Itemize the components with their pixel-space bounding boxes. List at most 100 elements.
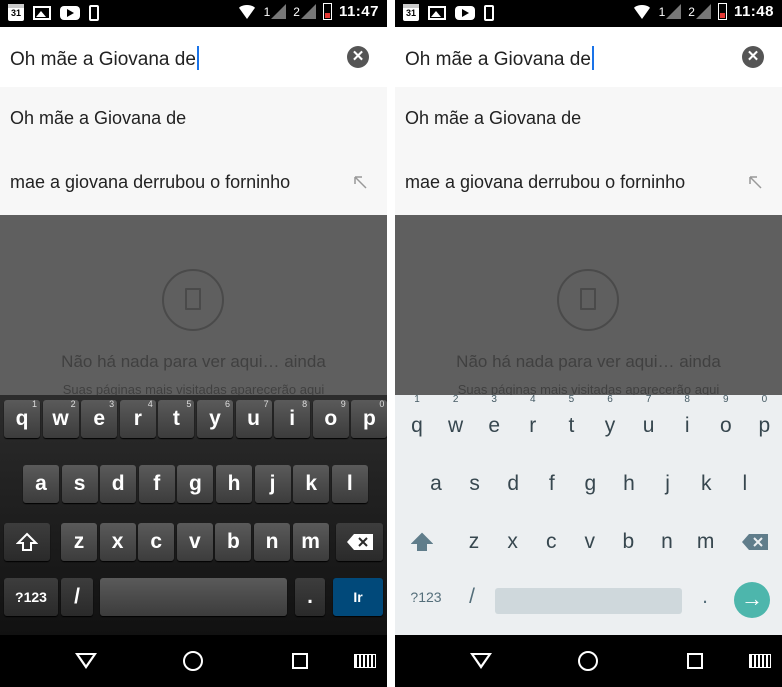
suggestion-item[interactable]: Oh mãe a Giovana de — [0, 87, 387, 151]
key-c[interactable]: c — [533, 523, 569, 561]
search-input[interactable]: Oh mãe a Giovana de — [405, 46, 594, 71]
symbols-key[interactable]: ?123 — [4, 578, 58, 616]
key-f[interactable]: f — [534, 465, 570, 503]
key-j[interactable]: j — [650, 465, 686, 503]
close-circle-icon[interactable]: ✕ — [347, 46, 369, 68]
key-i[interactable]: i8 — [669, 395, 705, 445]
key-g[interactable]: g — [177, 465, 214, 503]
keyboard-icon[interactable] — [749, 654, 771, 668]
key-m[interactable]: m — [688, 523, 724, 561]
key-d[interactable]: d — [495, 465, 531, 503]
status-bar: 31 1 2 11:47 — [0, 0, 387, 27]
key-a[interactable]: a — [418, 465, 454, 503]
key-z[interactable]: z — [456, 523, 492, 561]
search-bar[interactable]: Oh mãe a Giovana de ✕ — [0, 27, 387, 87]
key-k[interactable]: k — [688, 465, 724, 503]
close-circle-icon[interactable]: ✕ — [742, 46, 764, 68]
back-triangle-icon[interactable] — [75, 653, 97, 669]
key-q[interactable]: q1 — [4, 399, 40, 438]
key-period[interactable]: . — [690, 578, 720, 616]
key-w[interactable]: w2 — [438, 395, 474, 445]
home-circle-icon[interactable] — [183, 651, 203, 671]
empty-state: Não há nada para ver aqui… ainda Suas pá… — [0, 215, 387, 397]
back-triangle-icon[interactable] — [470, 653, 492, 669]
key-j[interactable]: j — [254, 465, 291, 503]
key-h[interactable]: h — [611, 465, 647, 503]
space-bar[interactable] — [100, 578, 287, 616]
key-z[interactable]: z — [61, 523, 97, 561]
keyboard-icon[interactable] — [354, 654, 376, 668]
recent-square-icon[interactable] — [687, 653, 703, 669]
recent-square-icon[interactable] — [292, 653, 308, 669]
key-x[interactable]: x — [495, 523, 531, 561]
key-l[interactable]: l — [727, 465, 763, 503]
search-input[interactable]: Oh mãe a Giovana de — [10, 46, 199, 71]
key-n[interactable]: n — [649, 523, 685, 561]
key-v[interactable]: v — [176, 523, 213, 561]
key-hint: 6 — [607, 395, 613, 405]
signal-icon: 2 — [688, 4, 711, 19]
go-button[interactable]: Ir — [333, 578, 383, 616]
key-l[interactable]: l — [331, 465, 368, 503]
key-hint: 8 — [302, 399, 308, 409]
arrow-up-left-icon[interactable] — [748, 175, 762, 189]
key-hint: 0 — [761, 395, 768, 405]
search-bar[interactable]: Oh mãe a Giovana de ✕ — [395, 27, 782, 87]
key-t[interactable]: t5 — [553, 395, 589, 445]
suggestion-item[interactable]: mae a giovana derrubou o forninho — [395, 151, 782, 215]
key-hint: 1 — [414, 395, 420, 405]
key-c[interactable]: c — [138, 523, 175, 561]
suggestion-item[interactable]: Oh mãe a Giovana de — [395, 87, 782, 151]
key-i[interactable]: i8 — [274, 399, 311, 438]
shift-button[interactable] — [399, 523, 445, 561]
key-b[interactable]: b — [610, 523, 646, 561]
key-o[interactable]: o9 — [708, 395, 744, 445]
space-bar[interactable] — [495, 588, 682, 614]
arrow-up-left-icon[interactable] — [353, 175, 367, 189]
backspace-button[interactable] — [731, 523, 778, 561]
key-w[interactable]: w2 — [42, 399, 79, 438]
key-hint: 9 — [723, 395, 729, 405]
key-b[interactable]: b — [215, 523, 252, 561]
key-e[interactable]: e3 — [476, 395, 512, 445]
calendar-icon: 31 — [8, 4, 24, 21]
key-t[interactable]: t5 — [158, 399, 195, 438]
key-y[interactable]: y6 — [592, 395, 628, 445]
key-u[interactable]: u7 — [235, 399, 272, 438]
key-slash[interactable]: / — [456, 578, 488, 616]
key-u[interactable]: u7 — [631, 395, 667, 445]
key-y[interactable]: y6 — [197, 399, 233, 438]
key-e[interactable]: e3 — [81, 399, 118, 438]
key-r[interactable]: r4 — [515, 395, 551, 445]
key-f[interactable]: f — [138, 465, 175, 503]
key-q[interactable]: q1 — [399, 395, 435, 445]
key-hint: 4 — [530, 395, 536, 405]
key-h[interactable]: h — [216, 465, 252, 503]
key-o[interactable]: o9 — [312, 399, 349, 438]
go-button[interactable]: → — [734, 582, 770, 618]
key-a[interactable]: a — [23, 465, 59, 503]
sim-2-label: 2 — [688, 5, 695, 19]
key-p[interactable]: p0 — [746, 395, 782, 445]
battery-icon — [717, 3, 727, 20]
backspace-button[interactable] — [336, 523, 383, 561]
key-k[interactable]: k — [293, 465, 330, 503]
key-s[interactable]: s — [457, 465, 493, 503]
key-m[interactable]: m — [292, 523, 329, 561]
key-x[interactable]: x — [99, 523, 136, 561]
shift-button[interactable] — [4, 523, 50, 561]
key-s[interactable]: s — [61, 465, 98, 503]
home-circle-icon[interactable] — [578, 651, 598, 671]
key-v[interactable]: v — [572, 523, 608, 561]
key-d[interactable]: d — [100, 465, 137, 503]
key-p[interactable]: p0 — [351, 399, 387, 438]
symbols-key[interactable]: ?123 — [399, 578, 453, 616]
key-slash[interactable]: / — [61, 578, 93, 616]
key-n[interactable]: n — [254, 523, 290, 561]
key-g[interactable]: g — [572, 465, 608, 503]
key-r[interactable]: r4 — [119, 399, 156, 438]
signal-icon: 1 — [264, 4, 287, 19]
key-period[interactable]: . — [295, 578, 325, 616]
search-input-text: Oh mãe a Giovana de — [405, 49, 591, 70]
suggestion-item[interactable]: mae a giovana derrubou o forninho — [0, 151, 387, 215]
